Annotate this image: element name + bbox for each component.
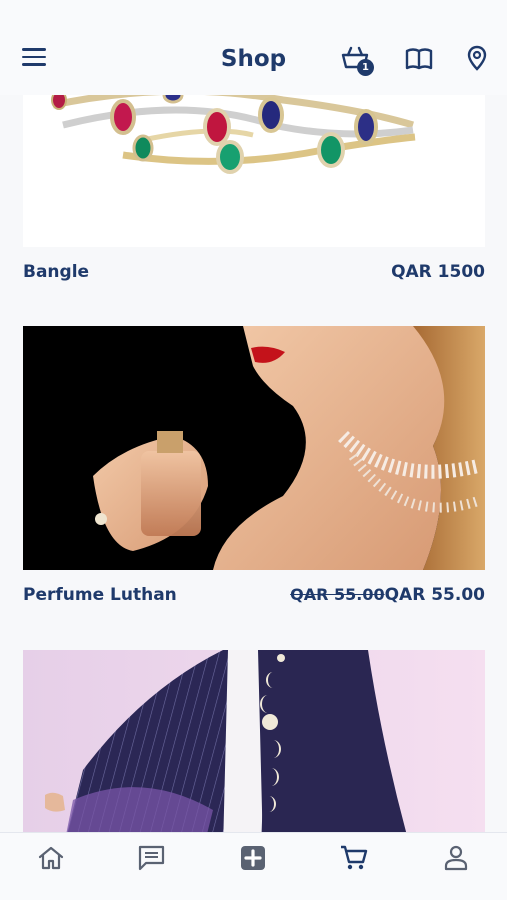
product-info-row: Perfume Luthan QAR 55.00QAR 55.00: [23, 584, 485, 606]
basket-icon[interactable]: 1: [340, 44, 374, 76]
product-info-row: Bangle QAR 1500: [23, 261, 485, 283]
add-icon[interactable]: [238, 843, 272, 877]
bottom-navigation: [0, 832, 507, 900]
location-pin-icon[interactable]: [463, 44, 493, 74]
product-price: QAR 1500: [391, 262, 485, 282]
product-card[interactable]: [23, 650, 485, 832]
home-icon[interactable]: [36, 843, 70, 877]
product-card[interactable]: Bangle QAR 1500: [23, 95, 485, 283]
product-name: Perfume Luthan: [23, 585, 177, 605]
profile-icon[interactable]: [441, 843, 475, 877]
product-price: QAR 55.00: [384, 585, 485, 605]
chat-icon[interactable]: [137, 843, 171, 877]
product-image[interactable]: [23, 95, 485, 247]
product-image[interactable]: [23, 326, 485, 570]
product-old-price: QAR 55.00: [290, 585, 385, 604]
book-icon[interactable]: [404, 44, 434, 74]
cart-count-badge: 1: [357, 59, 374, 76]
app-header: Shop 1: [0, 0, 507, 95]
product-list: Bangle QAR 1500 Perfume Luthan QAR 55.00…: [0, 95, 507, 832]
product-name: Bangle: [23, 262, 90, 282]
cart-icon[interactable]: [339, 843, 373, 877]
product-image[interactable]: [23, 650, 485, 832]
product-card[interactable]: Perfume Luthan QAR 55.00QAR 55.00: [23, 326, 485, 606]
